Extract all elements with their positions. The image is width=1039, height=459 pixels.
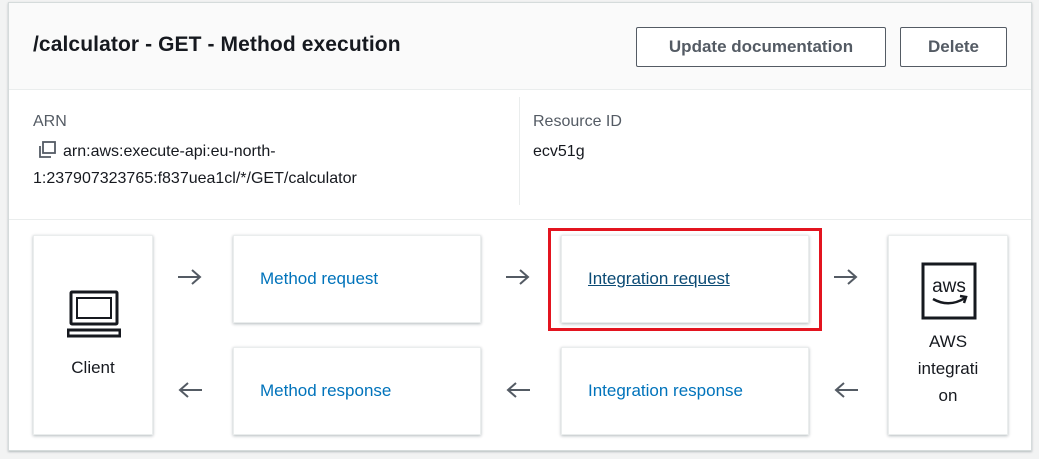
client-label: Client <box>71 358 115 377</box>
arrow-left-icon <box>506 382 530 398</box>
delete-button[interactable]: Delete <box>900 27 1007 67</box>
integration-response-card[interactable]: Integration response <box>561 347 809 435</box>
aws-label-line2: integrati <box>917 359 979 378</box>
aws-logo-text: aws <box>932 276 966 297</box>
resource-id-label: Resource ID <box>533 113 622 130</box>
details-section: ARN arn:aws:execute-api:eu-north- 1:2379… <box>9 89 1031 220</box>
aws-integration-label: AWS integrati on <box>889 328 1007 409</box>
details-divider <box>519 97 520 205</box>
client-card: Client <box>33 235 153 435</box>
arn-value: arn:aws:execute-api:eu-north- 1:23790732… <box>33 138 453 192</box>
update-documentation-button[interactable]: Update documentation <box>636 27 886 67</box>
arrow-right-icon <box>834 269 858 285</box>
panel-header: /calculator - GET - Method execution Upd… <box>9 3 1031 90</box>
arrow-left-icon <box>178 382 202 398</box>
page-title: /calculator - GET - Method execution <box>33 33 401 56</box>
arn-label: ARN <box>33 113 67 130</box>
method-request-link[interactable]: Method request <box>260 236 378 322</box>
aws-label-line1: AWS <box>928 332 968 351</box>
highlight-box <box>548 228 822 331</box>
method-response-link[interactable]: Method response <box>260 348 391 434</box>
method-request-card[interactable]: Method request <box>233 235 481 323</box>
resource-id-value: ecv51g <box>533 143 585 160</box>
arn-value-line1: arn:aws:execute-api:eu-north- <box>63 143 276 160</box>
integration-response-link[interactable]: Integration response <box>588 348 743 434</box>
arrow-left-icon <box>834 382 858 398</box>
aws-label-line3: on <box>938 386 958 405</box>
arn-value-line2: 1:237907323765:f837uea1cl/*/GET/calculat… <box>33 170 357 187</box>
copy-icon[interactable] <box>37 141 57 159</box>
arrow-right-icon <box>178 269 202 285</box>
method-execution-panel: /calculator - GET - Method execution Upd… <box>8 2 1032 451</box>
method-response-card[interactable]: Method response <box>233 347 481 435</box>
aws-logo-icon: aws <box>921 262 977 320</box>
arrow-right-icon <box>506 269 530 285</box>
aws-integration-card: aws AWS integrati on <box>888 235 1008 435</box>
computer-icon <box>67 290 121 338</box>
